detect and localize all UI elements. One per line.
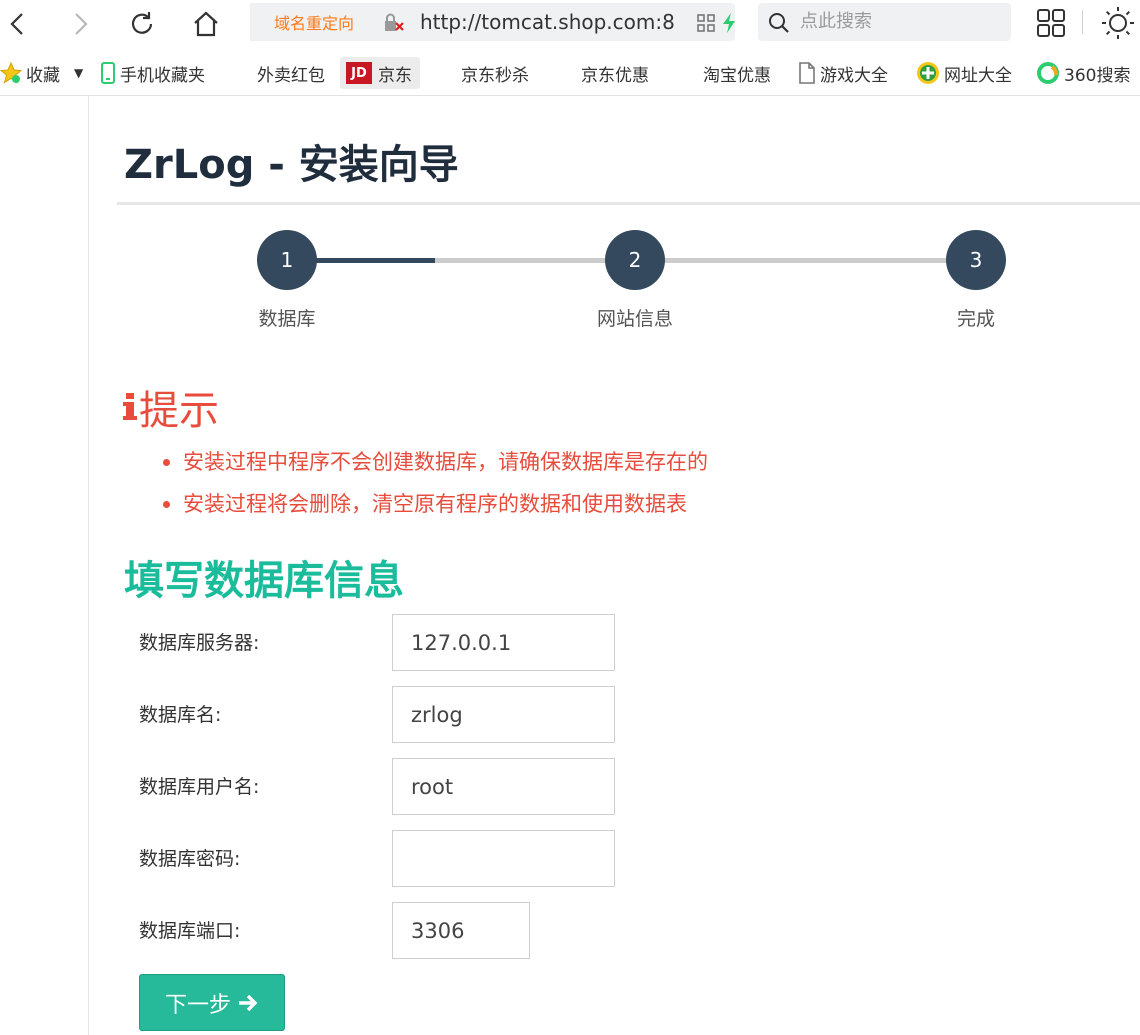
- browser-toolbar: 域名重定向 http://tomcat.shop.com:8 点此搜索: [0, 0, 1140, 48]
- bookmarks-bar: 收藏 ▼ 手机收藏夹 外卖红包 JD 京东 京东秒杀 京东优惠 淘宝优惠 游戏大…: [0, 48, 1140, 96]
- page-title: ZrLog - 安装向导: [124, 142, 459, 188]
- document-icon: [798, 62, 816, 84]
- db-user-row: 数据库用户名:: [139, 758, 739, 816]
- form-title: 填写数据库信息: [124, 558, 404, 604]
- 360-search-icon: [1036, 61, 1060, 85]
- step-3-label: 完成: [956, 308, 995, 330]
- title-divider: [117, 202, 1140, 205]
- home-icon: [194, 11, 218, 37]
- bookmark-label: 京东秒杀: [461, 65, 529, 86]
- bookmark-label: 360搜索: [1064, 65, 1131, 86]
- phone-icon: [100, 62, 116, 84]
- reload-icon: [131, 12, 153, 34]
- step-2-label: 网站信息: [596, 308, 673, 330]
- db-password-row: 数据库密码:: [139, 830, 739, 888]
- jd-logo-icon: JD: [346, 62, 372, 84]
- star-icon: [0, 62, 22, 84]
- bookmark-label: 外卖红包: [257, 65, 325, 86]
- db-server-label: 数据库服务器:: [139, 632, 260, 654]
- db-port-input[interactable]: [392, 902, 530, 959]
- dropdown-arrow-icon[interactable]: ▼: [74, 66, 83, 80]
- search-box[interactable]: 点此搜索: [758, 3, 1011, 41]
- db-password-input[interactable]: [392, 830, 615, 887]
- next-step-label: 下一步: [164, 992, 231, 1018]
- db-user-label: 数据库用户名:: [139, 776, 260, 798]
- arrow-right-icon: [239, 994, 258, 1011]
- step-progress-remaining: [635, 258, 975, 263]
- back-button[interactable]: [0, 6, 36, 42]
- reload-button[interactable]: [124, 6, 160, 42]
- notice-item: 安装过程将会删除，清空原有程序的数据和使用数据表: [163, 483, 708, 525]
- bookmark-games[interactable]: 游戏大全: [798, 57, 896, 89]
- bookmark-label: 网址大全: [944, 65, 1012, 86]
- db-port-label: 数据库端口:: [139, 920, 241, 942]
- redirect-label[interactable]: 域名重定向: [250, 3, 378, 41]
- search-placeholder: 点此搜索: [800, 11, 872, 32]
- install-wizard: ZrLog - 安装向导 1 2 3 数据库 网站信息 完成 提示 安装过程中程…: [88, 96, 1140, 1035]
- step-1-circle: 1: [257, 230, 317, 290]
- step-3-circle: 3: [946, 230, 1006, 290]
- qr-code-icon[interactable]: [697, 14, 715, 32]
- bookmark-label: 游戏大全: [820, 65, 888, 86]
- bookmark-label: 京东: [378, 65, 412, 86]
- brightness-icon[interactable]: [1100, 5, 1136, 41]
- db-name-label: 数据库名:: [139, 704, 222, 726]
- lightning-icon[interactable]: [722, 12, 736, 34]
- db-password-label: 数据库密码:: [139, 848, 241, 870]
- step-indicator: 1 2 3 数据库 网站信息 完成: [89, 226, 1140, 336]
- bookmark-label: 收藏: [26, 65, 60, 86]
- bookmark-jd[interactable]: JD 京东: [340, 57, 420, 89]
- info-icon: [123, 393, 137, 420]
- address-bar[interactable]: 域名重定向 http://tomcat.shop.com:8: [250, 3, 735, 41]
- bookmark-site-nav[interactable]: 网址大全: [916, 57, 1012, 89]
- notice-title: 提示: [139, 388, 219, 434]
- next-step-button[interactable]: 下一步: [139, 974, 285, 1031]
- toolbar-divider: [1082, 10, 1083, 34]
- forward-button[interactable]: [62, 6, 98, 42]
- notice-item: 安装过程中程序不会创建数据库，请确保数据库是存在的: [163, 441, 708, 483]
- chevron-right-icon: [75, 13, 88, 35]
- home-button[interactable]: [188, 6, 224, 42]
- bookmark-favorites[interactable]: 收藏 ▼: [0, 57, 83, 89]
- bookmark-waimai[interactable]: 外卖红包: [257, 57, 325, 89]
- site-nav-icon: [916, 61, 940, 85]
- notice-heading: 提示: [123, 378, 219, 436]
- db-user-input[interactable]: [392, 758, 615, 815]
- apps-grid-icon[interactable]: [1036, 8, 1066, 38]
- db-name-row: 数据库名:: [139, 686, 739, 744]
- db-server-row: 数据库服务器:: [139, 614, 739, 672]
- notice-list: 安装过程中程序不会创建数据库，请确保数据库是存在的 安装过程将会删除，清空原有程…: [163, 441, 708, 525]
- db-name-input[interactable]: [392, 686, 615, 743]
- bookmark-mobile-favorites[interactable]: 手机收藏夹: [100, 57, 205, 89]
- chevron-left-icon: [10, 13, 23, 35]
- bookmark-label: 手机收藏夹: [120, 65, 205, 86]
- bookmark-label: 京东优惠: [581, 65, 649, 86]
- db-server-input[interactable]: [392, 614, 615, 671]
- bookmark-label: 淘宝优惠: [703, 65, 771, 86]
- bookmark-taobao-discount[interactable]: 淘宝优惠: [703, 57, 777, 89]
- bookmark-360-search[interactable]: 360搜索: [1036, 57, 1130, 89]
- step-1-label: 数据库: [258, 308, 316, 330]
- search-icon: [769, 13, 789, 33]
- insecure-lock-icon[interactable]: [383, 13, 405, 33]
- bookmark-jd-discount[interactable]: 京东优惠: [581, 57, 655, 89]
- db-port-row: 数据库端口:: [139, 902, 739, 960]
- step-2-circle: 2: [605, 230, 665, 290]
- bookmark-jd-seckill[interactable]: 京东秒杀: [461, 57, 529, 89]
- url-text[interactable]: http://tomcat.shop.com:8: [420, 3, 682, 41]
